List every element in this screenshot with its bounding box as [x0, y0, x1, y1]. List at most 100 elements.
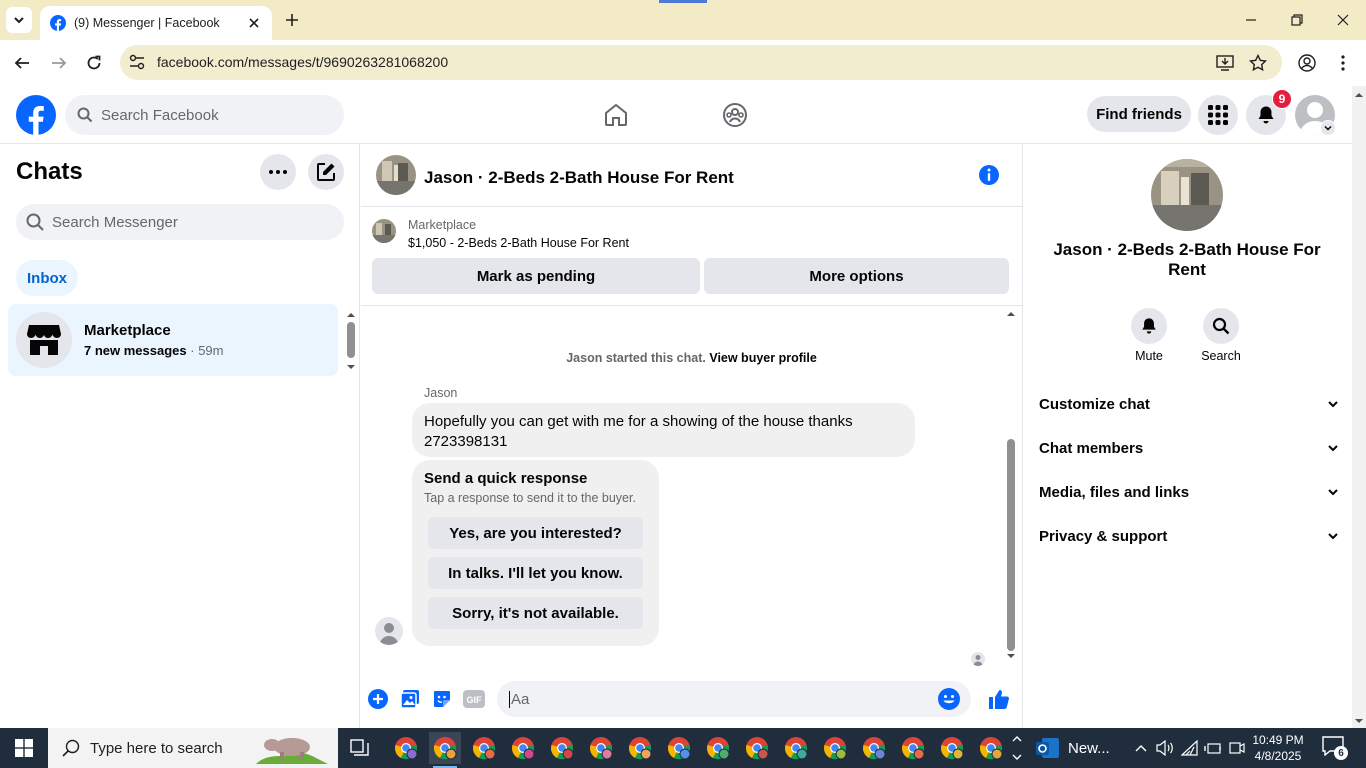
- sticker-icon: [434, 691, 450, 707]
- chat-preview-text: 7 new messages: [84, 343, 187, 358]
- quick-response-button[interactable]: In talks. I'll let you know.: [428, 557, 643, 589]
- action-center-count: 6: [1334, 746, 1348, 760]
- taskbar-chrome-app[interactable]: [975, 732, 1007, 764]
- mute-action[interactable]: Mute: [1119, 308, 1179, 363]
- facebook-logo-icon[interactable]: [16, 95, 56, 135]
- bookmark-star-icon[interactable]: [1248, 53, 1268, 73]
- start-button[interactable]: [0, 728, 48, 768]
- chat-list-scrollbar[interactable]: [344, 308, 358, 374]
- customize-chat-section[interactable]: Customize chat: [1039, 382, 1339, 426]
- messenger-search-input[interactable]: Search Messenger: [16, 204, 344, 240]
- tab-search-button[interactable]: [6, 7, 32, 33]
- message-bubble[interactable]: Hopefully you can get with me for a show…: [412, 403, 915, 457]
- chat-options-button[interactable]: [260, 154, 296, 190]
- like-button[interactable]: [987, 687, 1011, 711]
- media-files-links-section[interactable]: Media, files and links: [1039, 470, 1339, 514]
- thread-scrollbar[interactable]: [1003, 307, 1019, 663]
- find-friends-button[interactable]: Find friends: [1087, 96, 1191, 132]
- attach-photo-button[interactable]: [398, 687, 422, 711]
- message-input[interactable]: Aa: [497, 681, 971, 717]
- browser-tab-messenger[interactable]: (9) Messenger | Facebook: [40, 6, 272, 40]
- taskbar-chrome-app[interactable]: [936, 732, 968, 764]
- quick-response-title: Send a quick response: [424, 470, 588, 487]
- taskbar-chrome-app[interactable]: [429, 732, 461, 768]
- conversation-title[interactable]: Jason · 2-Beds 2-Bath House For Rent: [424, 168, 734, 188]
- chevron-down-icon: [1324, 125, 1332, 131]
- mark-as-pending-button[interactable]: Mark as pending: [372, 258, 700, 294]
- info-icon[interactable]: [978, 164, 1000, 186]
- more-actions-button[interactable]: [366, 687, 390, 711]
- address-bar[interactable]: facebook.com/messages/t/9690263281068200: [120, 45, 1282, 80]
- privacy-support-section[interactable]: Privacy & support: [1039, 514, 1339, 558]
- plus-icon: [286, 14, 298, 26]
- listing-thumbnail[interactable]: [376, 155, 416, 195]
- mute-button[interactable]: [1131, 308, 1167, 344]
- taskbar-chrome-app[interactable]: [858, 732, 890, 764]
- taskbar-chrome-app[interactable]: [702, 732, 734, 764]
- taskbar-chrome-app[interactable]: [624, 732, 656, 764]
- taskbar-chrome-app[interactable]: [663, 732, 695, 764]
- taskbar-search-input[interactable]: Type here to search: [48, 728, 338, 768]
- taskbar-overflow-scroller[interactable]: [1008, 732, 1026, 764]
- menu-grid-button[interactable]: [1198, 95, 1238, 135]
- show-hidden-icons-button[interactable]: [1131, 738, 1151, 758]
- quick-response-button[interactable]: Yes, are you interested?: [428, 517, 643, 549]
- taskbar-chrome-app[interactable]: [741, 732, 773, 764]
- battery-button[interactable]: [1203, 738, 1223, 758]
- restore-button[interactable]: [1287, 10, 1307, 30]
- news-widget[interactable]: New...: [1036, 728, 1126, 768]
- listing-title[interactable]: $1,050 - 2-Beds 2-Bath House For Rent: [408, 236, 629, 250]
- marketplace-avatar: [16, 312, 72, 368]
- taskbar-chrome-app[interactable]: [585, 732, 617, 764]
- home-nav-button[interactable]: [601, 100, 631, 130]
- page-scrollbar[interactable]: [1352, 86, 1366, 728]
- sender-avatar[interactable]: [375, 617, 403, 645]
- chat-members-section[interactable]: Chat members: [1039, 426, 1339, 470]
- tab-close-icon[interactable]: [246, 15, 262, 31]
- site-info-icon[interactable]: [128, 53, 146, 71]
- action-center-button[interactable]: 6: [1322, 736, 1348, 760]
- emoji-icon[interactable]: [937, 687, 961, 711]
- tab-inbox[interactable]: Inbox: [16, 260, 78, 296]
- minimize-button[interactable]: [1241, 10, 1261, 30]
- taskbar-chrome-app[interactable]: [819, 732, 851, 764]
- task-view-button[interactable]: [344, 732, 376, 764]
- account-caret[interactable]: [1320, 120, 1336, 136]
- volume-button[interactable]: [1155, 738, 1175, 758]
- search-in-chat-button[interactable]: [1203, 308, 1239, 344]
- back-button[interactable]: [11, 52, 33, 74]
- taskbar-chrome-app[interactable]: [780, 732, 812, 764]
- install-app-icon[interactable]: [1215, 53, 1235, 73]
- new-message-button[interactable]: [308, 154, 344, 190]
- home-icon: [605, 103, 627, 126]
- taskbar-chrome-app[interactable]: [390, 732, 422, 764]
- browser-menu-icon[interactable]: [1333, 53, 1353, 73]
- more-options-button[interactable]: More options: [704, 258, 1009, 294]
- profile-account-icon[interactable]: [1297, 53, 1317, 73]
- reload-button[interactable]: [83, 52, 105, 74]
- scroll-down-arrow-icon[interactable]: [1352, 714, 1366, 728]
- windows-logo-icon: [15, 739, 33, 757]
- forward-button[interactable]: [48, 52, 70, 74]
- details-listing-photo[interactable]: [1151, 159, 1223, 231]
- taskbar-chrome-app[interactable]: [468, 732, 500, 764]
- gif-button[interactable]: GIF: [462, 687, 486, 711]
- scroll-up-arrow-icon[interactable]: [1352, 88, 1366, 102]
- network-button[interactable]: [1180, 738, 1200, 758]
- system-clock[interactable]: 10:49 PM 4/8/2025: [1248, 732, 1308, 764]
- groups-nav-button[interactable]: [720, 100, 750, 130]
- sticker-button[interactable]: [430, 687, 454, 711]
- taskbar-chrome-app[interactable]: [546, 732, 578, 764]
- chat-list-item[interactable]: Marketplace 7 new messages · 59m: [8, 304, 338, 376]
- meet-now-button[interactable]: [1227, 738, 1247, 758]
- new-tab-button[interactable]: [282, 10, 302, 30]
- facebook-search-input[interactable]: Search Facebook: [65, 95, 344, 135]
- close-window-button[interactable]: [1333, 10, 1353, 30]
- taskbar-chrome-app[interactable]: [897, 732, 929, 764]
- search-action[interactable]: Search: [1191, 308, 1251, 363]
- url-text[interactable]: facebook.com/messages/t/9690263281068200: [157, 54, 448, 70]
- view-buyer-profile-link[interactable]: View buyer profile: [709, 351, 816, 365]
- chrome-icon: [746, 737, 769, 760]
- quick-response-button[interactable]: Sorry, it's not available.: [428, 597, 643, 629]
- taskbar-chrome-app[interactable]: [507, 732, 539, 764]
